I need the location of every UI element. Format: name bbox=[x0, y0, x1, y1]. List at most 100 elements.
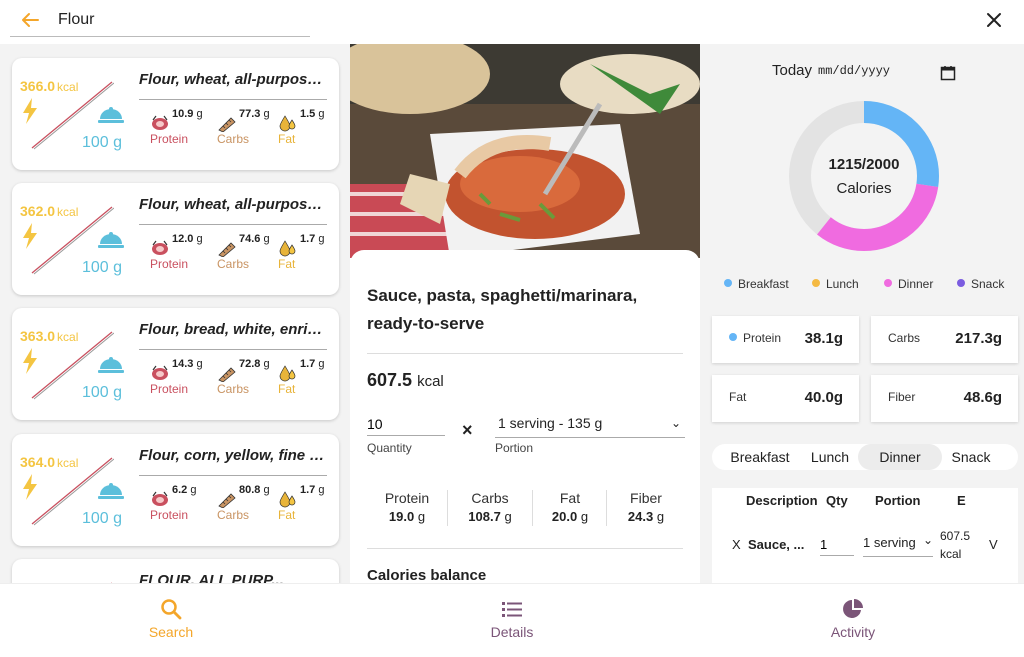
column-header-energy: E bbox=[957, 493, 966, 508]
macro-carbs: 80.8 g Carbs bbox=[217, 484, 281, 524]
pie-chart-icon bbox=[843, 599, 863, 618]
protein-label: Protein bbox=[150, 257, 189, 271]
search-input[interactable] bbox=[58, 6, 308, 34]
food-title: Flour, wheat, all-purpose, enriched, ble… bbox=[139, 71, 329, 88]
stat-label: Carbs bbox=[888, 331, 921, 345]
chevron-down-icon: ⌄ bbox=[922, 535, 933, 547]
macro-fat: 1.7 g Fat bbox=[278, 233, 342, 273]
confirm-entry-button[interactable]: V bbox=[989, 537, 998, 552]
macro-protein: 6.2 g Protein bbox=[150, 484, 214, 524]
search-icon bbox=[161, 599, 182, 620]
calendar-icon[interactable] bbox=[940, 65, 956, 81]
nutrient-number: 24.3 bbox=[627, 509, 654, 524]
meat-icon bbox=[152, 365, 168, 380]
macro-protein: 12.0 g Protein bbox=[150, 233, 214, 273]
oil-drops-icon bbox=[279, 240, 296, 257]
fat-value: 1.5 g bbox=[300, 108, 325, 120]
times-symbol: × bbox=[462, 420, 473, 440]
nutrient-protein: Protein 19.0 g bbox=[364, 490, 450, 524]
bread-icon bbox=[218, 367, 236, 382]
macro-carbs: 77.3 g Carbs bbox=[217, 108, 281, 148]
protein-label: Protein bbox=[150, 382, 189, 396]
details-sheet: Sauce, pasta, spaghetti/marinara, ready-… bbox=[350, 250, 700, 583]
nav-activity[interactable]: Activity bbox=[753, 584, 953, 657]
stat-label: Fiber bbox=[888, 390, 916, 404]
carbs-label: Carbs bbox=[217, 132, 250, 146]
stat-fat: Fat 40.0g bbox=[712, 375, 859, 422]
legend-dot bbox=[724, 279, 732, 287]
portion-select[interactable]: 1 serving - 135 g ⌄ bbox=[495, 412, 685, 438]
today-label: Today bbox=[772, 62, 813, 79]
quantity-label: Quantity bbox=[367, 441, 412, 455]
nutrient-value: 24.3 g bbox=[603, 509, 689, 524]
activity-panel: Today mm/dd/yyyy 1215/2000 Calories Brea… bbox=[700, 44, 1024, 583]
food-grams: 100 g bbox=[82, 510, 123, 527]
food-card[interactable]: FLOUR, ALL PURP... Protein Carbs Fat bbox=[12, 559, 339, 583]
chevron-down-icon: ⌄ bbox=[670, 416, 681, 430]
top-bar bbox=[0, 0, 1024, 42]
protein-label: Protein bbox=[150, 508, 189, 522]
stat-label-text: Protein bbox=[743, 331, 782, 345]
tab-lunch[interactable]: Lunch bbox=[804, 444, 856, 470]
nutrient-value: 108.7 g bbox=[447, 509, 533, 524]
macro-fat: 1.7 g Fat bbox=[278, 358, 342, 398]
legend-label: Lunch bbox=[826, 277, 859, 291]
entry-portion-select[interactable]: 1 serving ⌄ bbox=[863, 535, 933, 557]
carbs-value: 80.8 g bbox=[239, 484, 270, 496]
cloche-icon bbox=[98, 107, 124, 123]
stat-label: Protein bbox=[729, 331, 781, 345]
list-icon bbox=[502, 602, 522, 617]
close-button[interactable] bbox=[982, 8, 1006, 32]
legend-label: Dinner bbox=[898, 277, 934, 291]
fat-label: Fat bbox=[278, 257, 296, 271]
tab-breakfast[interactable]: Breakfast bbox=[718, 444, 802, 470]
remove-entry-button[interactable]: X bbox=[732, 537, 741, 552]
food-card[interactable]: 364.0 kcal 100 g Flour, corn, yellow, fin… bbox=[12, 434, 339, 546]
legend-dinner: Dinner bbox=[884, 277, 933, 291]
tab-dinner[interactable]: Dinner bbox=[858, 444, 942, 470]
food-card[interactable]: 362.0 kcal 100 g Flour, wheat, all-purpos… bbox=[12, 183, 339, 295]
nutrient-carbs: Carbs 108.7 g bbox=[447, 490, 533, 524]
food-title: Flour, bread, white, enriched, unbleache… bbox=[139, 321, 329, 338]
detail-kcal-unit: kcal bbox=[417, 373, 444, 390]
nutrient-number: 108.7 bbox=[468, 509, 501, 524]
meat-icon bbox=[152, 115, 168, 130]
stat-label: Fat bbox=[729, 390, 747, 404]
detail-energy: 607.5 kcal bbox=[367, 370, 444, 391]
tab-snack[interactable]: Snack bbox=[942, 444, 1000, 470]
bread-icon bbox=[218, 117, 236, 132]
stat-value: 48.6g bbox=[963, 389, 1002, 406]
stat-protein: Protein 38.1g bbox=[712, 316, 859, 363]
macro-carbs: 72.8 g Carbs bbox=[217, 358, 281, 398]
macro-carbs: 74.6 g Carbs bbox=[217, 233, 281, 273]
fat-label: Fat bbox=[278, 382, 296, 396]
oil-drops-icon bbox=[279, 115, 296, 132]
nav-label: Search bbox=[148, 624, 194, 640]
food-card[interactable]: 363.0 kcal 100 g Flour, bread, white, enr… bbox=[12, 308, 339, 420]
food-title: Flour, corn, yellow, fine meal, enriched bbox=[139, 447, 329, 464]
nutrient-unit: g bbox=[656, 509, 665, 524]
legend-label: Breakfast bbox=[738, 277, 789, 291]
quantity-input[interactable] bbox=[367, 412, 445, 436]
meal-tabs: Breakfast Lunch Dinner Snack bbox=[712, 444, 1018, 470]
entry-energy-value: 607.5 bbox=[940, 529, 971, 543]
date-input[interactable]: mm/dd/yyyy bbox=[818, 64, 890, 78]
carbs-label: Carbs bbox=[217, 257, 250, 271]
nutrient-label: Protein bbox=[384, 490, 430, 506]
nutrient-number: 19.0 bbox=[388, 509, 415, 524]
entry-qty-input[interactable] bbox=[820, 534, 854, 556]
protein-label: Protein bbox=[150, 132, 189, 146]
entry-energy-unit: kcal bbox=[940, 547, 962, 561]
nutrient-label: Fiber bbox=[630, 490, 662, 506]
nav-details[interactable]: Details bbox=[412, 584, 612, 657]
protein-value: 14.3 g bbox=[172, 358, 203, 370]
nav-search[interactable]: Search bbox=[71, 584, 271, 657]
calories-label: Calories bbox=[836, 180, 892, 197]
macro-protein: 14.3 g Protein bbox=[150, 358, 214, 398]
food-grams: 100 g bbox=[82, 384, 123, 401]
food-results-list[interactable]: 366.0 kcal 100 g Flour, wheat, all-purpos… bbox=[0, 44, 350, 583]
food-card[interactable]: 366.0 kcal 100 g Flour, wheat, all-purpos… bbox=[12, 58, 339, 170]
portion-value: 1 serving - 135 g bbox=[498, 415, 603, 431]
protein-value: 10.9 g bbox=[172, 108, 203, 120]
back-button[interactable] bbox=[18, 8, 42, 32]
